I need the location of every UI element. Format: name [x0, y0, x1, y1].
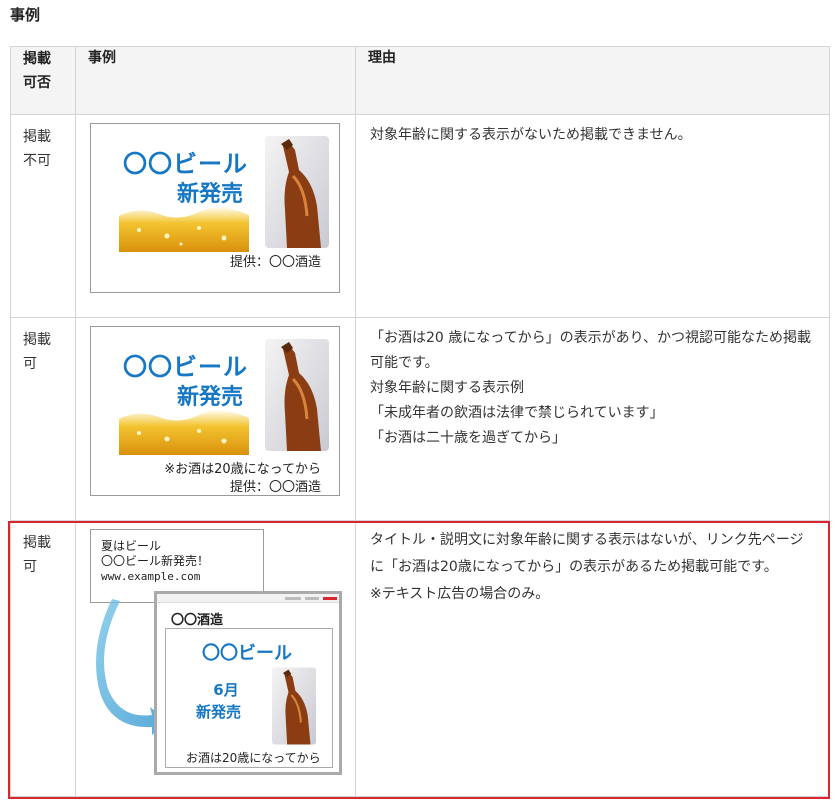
- ad-brand: 〇〇ビール: [123, 150, 248, 178]
- landing-site-name: 〇〇酒造: [171, 613, 224, 628]
- reason-cell: 対象年齢に関する表示がないため掲載できません。: [355, 114, 830, 318]
- window-maximize-icon: [305, 597, 319, 600]
- landing-brand: 〇〇ビール: [202, 643, 292, 664]
- example-cell: 夏はビール 〇〇ビール新発売！ www.example.com 〇〇酒造 〇〇ビ…: [75, 520, 356, 797]
- header-reason: 理由: [355, 46, 830, 115]
- sponsor-line: 提供：〇〇酒造: [229, 480, 321, 495]
- table-header-row: 掲載 可否 事例 理由: [10, 46, 830, 115]
- beer-foam-image: [119, 207, 249, 252]
- landing-age-notice: お酒は20歳になってから: [186, 751, 321, 765]
- beer-bottle-image: [265, 339, 329, 451]
- reason-text: 「お酒は二十歳を過ぎてから」: [370, 430, 566, 446]
- window-minimize-icon: [285, 597, 301, 600]
- beer-foam-image: [119, 410, 249, 455]
- beer-bottle-image: [272, 667, 316, 745]
- table-row: 掲載 可 夏はビール 〇〇ビール新発売！ www.example.com 〇〇酒…: [10, 520, 830, 797]
- section-title: 事例: [10, 6, 41, 24]
- ad-launch: 新発売: [177, 385, 244, 410]
- reason-text: 対象年齢に関する表示例: [370, 380, 524, 396]
- text-ad-example: 夏はビール 〇〇ビール新発売！ www.example.com 〇〇酒造 〇〇ビ…: [90, 529, 344, 777]
- age-notice-line: ※お酒は20歳になってから: [164, 462, 321, 477]
- reason-text: 「お酒は20 歳になってから」の表示があり、かつ視認可能なため掲載可能です。: [370, 330, 812, 371]
- header-example: 事例: [75, 46, 356, 115]
- status-cell: 掲載 不可: [10, 114, 76, 318]
- table-row: 掲載 可 〇〇ビール 新発売 ※お酒は20歳になってから 提供：〇〇酒造 「お酒…: [10, 317, 830, 521]
- header-status: 掲載 可否: [10, 46, 76, 115]
- beer-bottle-image: [265, 136, 329, 248]
- reason-cell: 「お酒は20 歳になってから」の表示があり、かつ視認可能なため掲載可能です。 対…: [355, 317, 830, 521]
- example-cell: 〇〇ビール 新発売 提供：〇〇酒造: [75, 114, 356, 318]
- landing-month: 6月: [213, 681, 239, 699]
- window-titlebar: [157, 594, 339, 603]
- ad-sponsor-note: 提供：〇〇酒造: [229, 255, 321, 270]
- reason-text: 対象年齢に関する表示がないため掲載できません。: [370, 127, 692, 143]
- banner-ad-example: 〇〇ビール 新発売 ※お酒は20歳になってから 提供：〇〇酒造: [90, 326, 340, 496]
- landing-page-content: 〇〇ビール 6月 新発売 お酒は20歳になってから: [165, 628, 333, 768]
- example-cell: 〇〇ビール 新発売 ※お酒は20歳になってから 提供：〇〇酒造: [75, 317, 356, 521]
- landing-launch: 新発売: [196, 703, 242, 721]
- reason-text: 「未成年者の飲酒は法律で禁じられています」: [370, 405, 664, 421]
- status-cell: 掲載 可: [10, 317, 76, 521]
- banner-ad-example: 〇〇ビール 新発売 提供：〇〇酒造: [90, 123, 340, 293]
- ad-launch: 新発売: [177, 182, 244, 207]
- reason-text: ※テキスト広告の場合のみ。: [370, 586, 550, 602]
- examples-table: 掲載 可否 事例 理由 掲載 不可 〇〇ビール 新発売 提供：〇〇酒造 対象年齢…: [10, 46, 830, 797]
- reason-text: タイトル・説明文に対象年齢に関する表示はないが、リンク先ページに「お酒は20歳に…: [370, 532, 804, 575]
- table-row: 掲載 不可 〇〇ビール 新発売 提供：〇〇酒造 対象年齢に関する表示がないため掲…: [10, 114, 830, 318]
- window-close-icon: [323, 597, 337, 600]
- ad-brand: 〇〇ビール: [123, 353, 248, 381]
- status-cell: 掲載 可: [10, 520, 76, 797]
- landing-page-window: 〇〇酒造 〇〇ビール 6月 新発売 お酒は20歳になってから: [154, 591, 342, 775]
- ad-age-notice: ※お酒は20歳になってから 提供：〇〇酒造: [164, 461, 321, 495]
- reason-cell: タイトル・説明文に対象年齢に関する表示はないが、リンク先ページに「お酒は20歳に…: [355, 520, 830, 797]
